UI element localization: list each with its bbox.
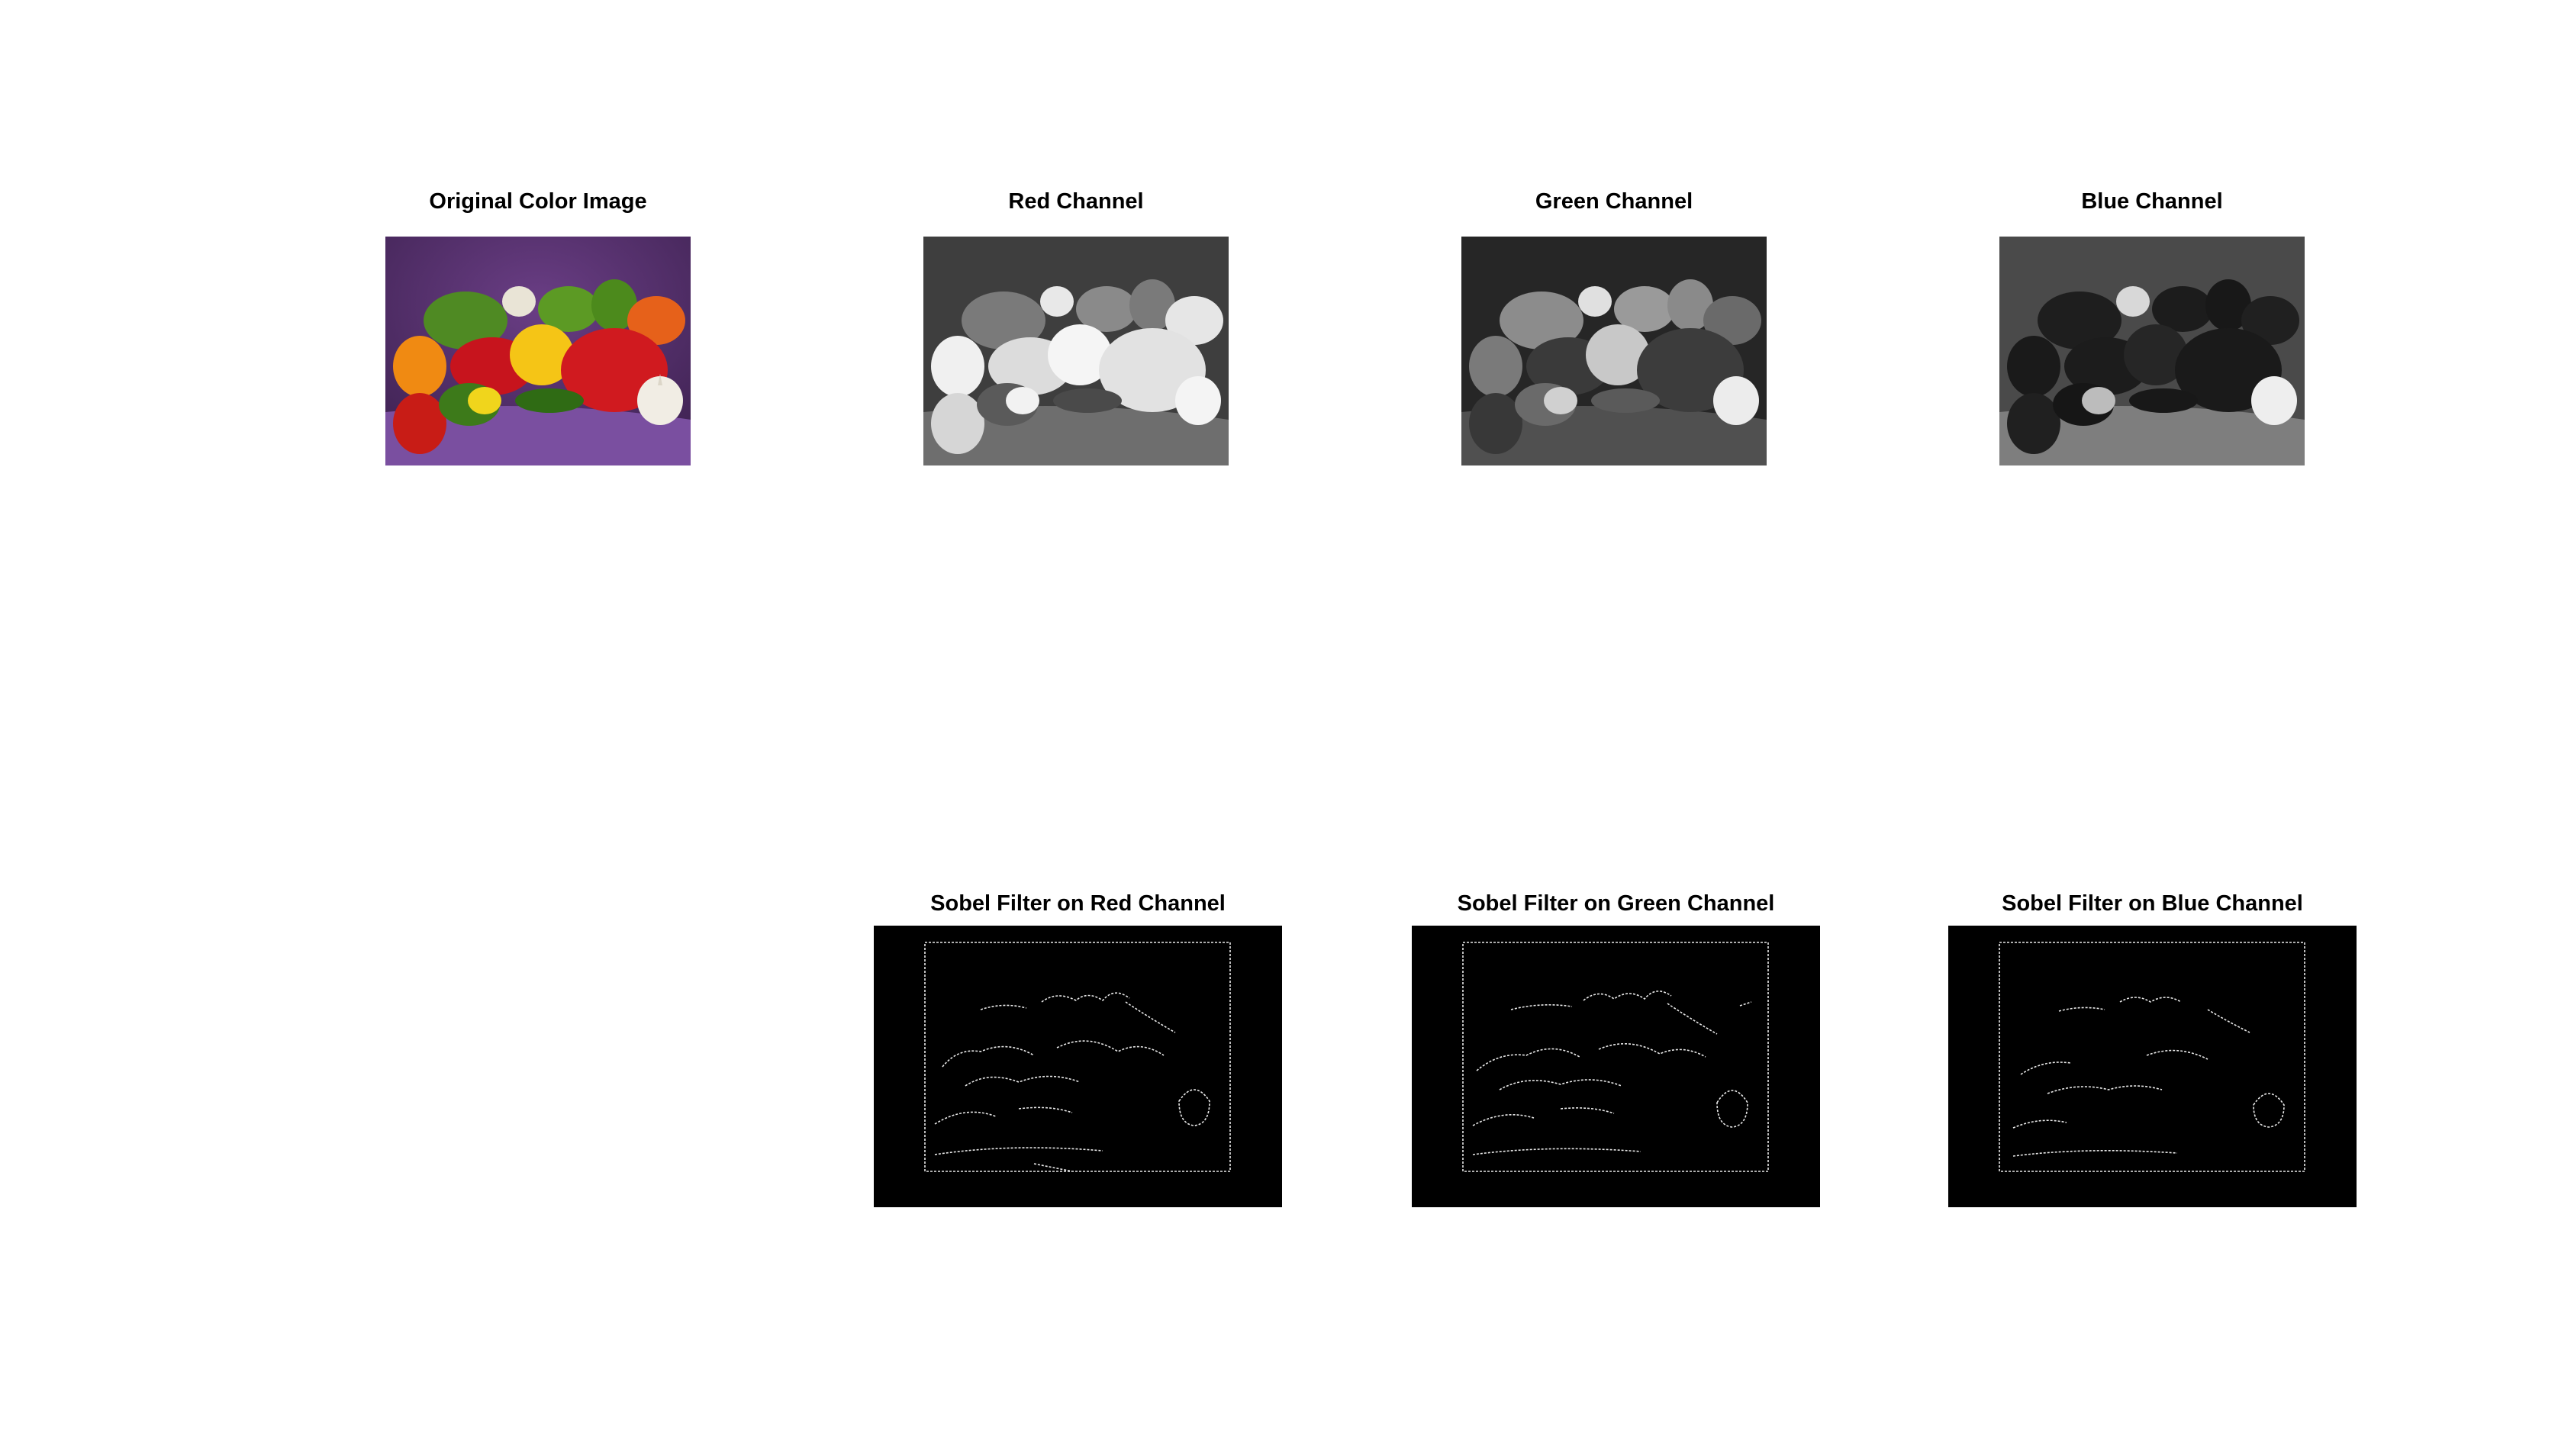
panel-sobel-red: Sobel Filter on Red Channel [874, 891, 1282, 1207]
panel-title: Green Channel [1535, 189, 1693, 214]
grayscale-blue-image [1999, 237, 2305, 465]
edge-map-green [1412, 926, 1820, 1207]
panel-red-channel: Red Channel [923, 189, 1229, 465]
panel-title: Blue Channel [2081, 189, 2223, 214]
sobel-red-image [874, 926, 1282, 1207]
panel-title: Sobel Filter on Green Channel [1457, 891, 1775, 916]
grayscale-green-image [1461, 237, 1767, 465]
panel-blue-channel: Blue Channel [1999, 189, 2305, 465]
green-channel-image [1461, 237, 1767, 465]
red-channel-image [923, 237, 1229, 465]
original-color-image [385, 237, 691, 465]
panel-original: Original Color Image [385, 189, 691, 465]
figure-window: Original Color Image Red Channel Green C… [0, 0, 2558, 1456]
panel-title: Red Channel [1008, 189, 1144, 214]
peppers-color-image [385, 237, 691, 465]
panel-title: Sobel Filter on Blue Channel [2002, 891, 2303, 916]
blue-channel-image [1999, 237, 2305, 465]
sobel-green-image [1412, 926, 1820, 1207]
panel-title: Original Color Image [429, 189, 647, 214]
sobel-blue-image [1948, 926, 2357, 1207]
panel-sobel-green: Sobel Filter on Green Channel [1412, 891, 1820, 1207]
panel-title: Sobel Filter on Red Channel [930, 891, 1226, 916]
grayscale-red-image [923, 237, 1229, 465]
edge-map-blue [1948, 926, 2357, 1207]
panel-sobel-blue: Sobel Filter on Blue Channel [1948, 891, 2357, 1207]
edge-map-red [874, 926, 1282, 1207]
panel-green-channel: Green Channel [1461, 189, 1767, 465]
